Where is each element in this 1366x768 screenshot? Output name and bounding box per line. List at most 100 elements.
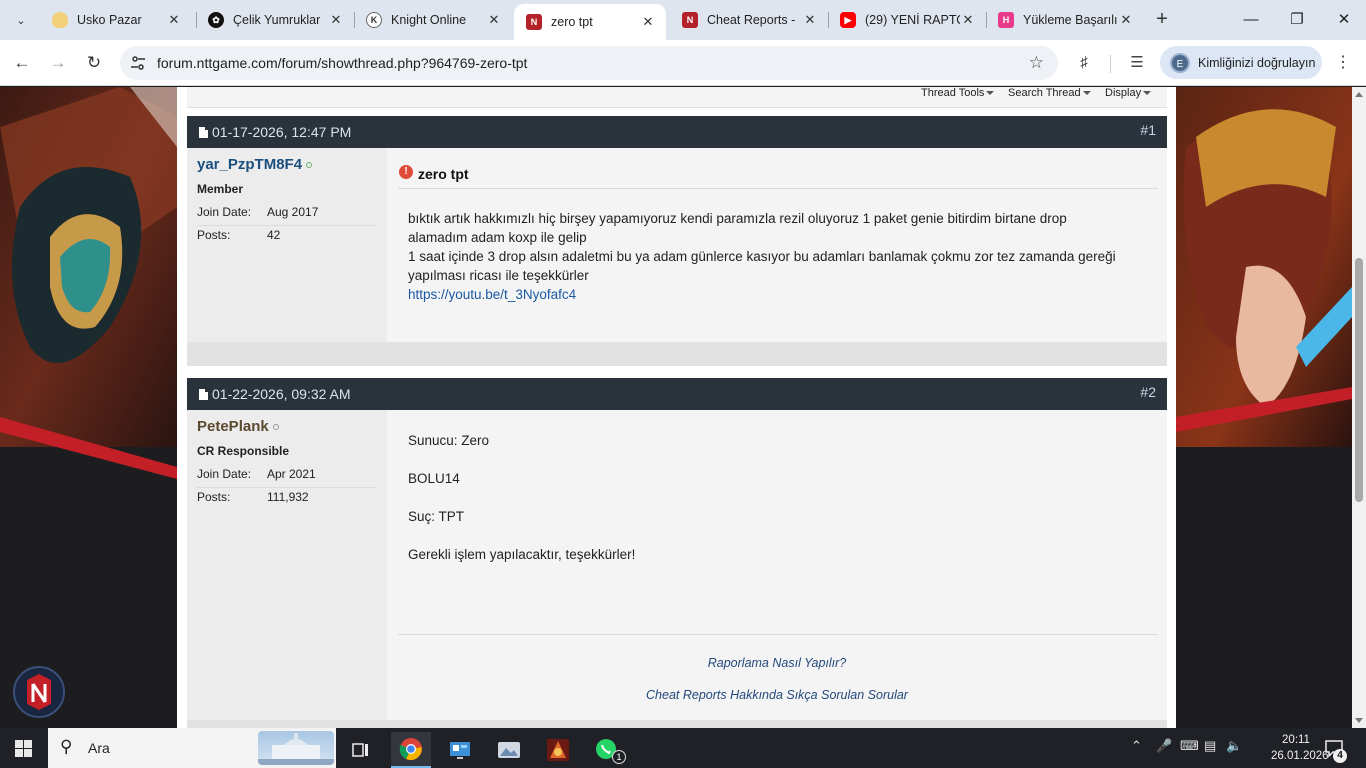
- thread-tools-label: Thread Tools: [921, 87, 985, 99]
- ntt-logo-icon: [27, 674, 51, 710]
- restore-icon[interactable]: ❐: [1282, 8, 1312, 32]
- clock-time: 20:11: [1282, 734, 1310, 746]
- tab-knight-online[interactable]: K Knight Online ✕: [354, 4, 512, 36]
- close-icon[interactable]: ✕: [486, 12, 502, 28]
- toolbar-divider: [1110, 55, 1111, 73]
- tab-title: Usko Pazar: [77, 13, 142, 27]
- menu-kebab-icon[interactable]: ⋮: [1335, 52, 1351, 72]
- cheat-reports-faq-link[interactable]: Cheat Reports Hakkında Sıkça Sorulan Sor…: [387, 688, 1167, 702]
- username-link[interactable]: yar_PzpTM8F4: [197, 156, 313, 173]
- whatsapp-icon[interactable]: 1: [587, 732, 627, 768]
- network-icon[interactable]: ▤: [1204, 738, 1216, 754]
- join-date-value: Apr 2021: [267, 467, 316, 481]
- posts-value: 42: [267, 228, 281, 242]
- youtube-icon: ▶: [840, 12, 856, 28]
- control-panel-icon[interactable]: [440, 732, 480, 768]
- search-thread-menu[interactable]: Search Thread: [1008, 87, 1091, 99]
- display-menu[interactable]: Display: [1105, 87, 1152, 99]
- site-settings-icon[interactable]: [130, 55, 146, 71]
- browser-tab-strip: ⌄ Usko Pazar ✕ ✿ Çelik Yumruklar ✕ K Kni…: [0, 0, 1366, 40]
- chevron-down-icon: [986, 91, 995, 96]
- page-scrollbar[interactable]: [1352, 87, 1366, 728]
- user-info-panel: yar_PzpTM8F4 Member Join Date: Aug 2017 P…: [187, 148, 387, 342]
- tab-search-icon[interactable]: ⌄: [8, 8, 34, 32]
- whatsapp-unread-badge: 1: [612, 750, 626, 764]
- how-to-report-link[interactable]: Raporlama Nasıl Yapılır?: [387, 656, 1167, 670]
- message-line: 1 saat içinde 3 drop alsın adaletmi bu y…: [408, 249, 1116, 264]
- post-number-link[interactable]: #1: [1140, 122, 1156, 138]
- taskbar-search-box[interactable]: ⚲ Ara: [48, 728, 336, 768]
- message-line: Sunucu: Zero: [408, 433, 490, 448]
- message-line: Suç: TPT: [408, 509, 465, 524]
- post-header: 01-17-2026, 12:47 PM #1: [187, 116, 1167, 148]
- hostinger-icon: H: [998, 12, 1014, 28]
- reload-icon[interactable]: ↻: [82, 51, 106, 75]
- post-date: 01-22-2026, 09:32 AM: [212, 386, 351, 402]
- usko-shield-icon: [52, 12, 68, 28]
- display-label: Display: [1105, 87, 1142, 99]
- task-view-icon[interactable]: [341, 732, 381, 768]
- username[interactable]: PetePlank: [197, 418, 269, 435]
- ntt-cube-icon: N: [526, 14, 542, 30]
- close-icon[interactable]: ✕: [1118, 12, 1134, 28]
- tab-title: Çelik Yumruklar: [233, 13, 321, 27]
- scroll-down-icon[interactable]: [1355, 718, 1363, 723]
- tab-usko-pazar[interactable]: Usko Pazar ✕: [40, 4, 192, 36]
- scroll-up-icon[interactable]: [1355, 92, 1363, 97]
- document-icon: [199, 389, 208, 400]
- url-text[interactable]: forum.nttgame.com/forum/showthread.php?9…: [157, 55, 527, 71]
- microphone-icon[interactable]: 🎤: [1156, 738, 1172, 754]
- search-icon: ⚲: [60, 737, 73, 756]
- photos-icon[interactable]: [489, 732, 529, 768]
- tab-youtube[interactable]: ▶ (29) YENİ RAPTO ✕: [828, 4, 986, 36]
- new-tab-icon[interactable]: +: [1151, 8, 1173, 32]
- back-icon[interactable]: ←: [10, 51, 34, 75]
- username[interactable]: yar_PzpTM8F4: [197, 156, 302, 173]
- posts-count-row: Posts: 42: [197, 228, 377, 242]
- extensions-icon[interactable]: ♯: [1073, 52, 1095, 74]
- search-highlight-image: [258, 731, 334, 765]
- volume-icon[interactable]: 🔈: [1226, 738, 1242, 754]
- post-title-row: ! zero tpt: [398, 163, 1158, 189]
- keyboard-layout-icon[interactable]: ⌨: [1180, 738, 1199, 754]
- tab-celik-yumruklar[interactable]: ✿ Çelik Yumruklar ✕: [196, 4, 354, 36]
- post-2: 01-22-2026, 09:32 AM #2 PetePlank CR Res…: [187, 378, 1167, 728]
- media-control-icon[interactable]: ☰: [1126, 52, 1148, 74]
- close-icon[interactable]: ✕: [640, 14, 656, 30]
- close-icon[interactable]: ✕: [960, 12, 976, 28]
- close-icon[interactable]: ✕: [802, 12, 818, 28]
- tab-yukleme-basarili[interactable]: H Yükleme Başarılı ✕: [986, 4, 1144, 36]
- minimize-icon[interactable]: —: [1236, 8, 1266, 32]
- posts-value: 111,932: [267, 490, 309, 504]
- profile-verify-button[interactable]: E Kimliğinizi doğrulayın: [1160, 46, 1322, 79]
- ntt-logo-badge[interactable]: [13, 666, 65, 718]
- message-line: bıktık artık hakkımızlı hiç birşey yapam…: [408, 211, 1067, 226]
- user-rank: CR Responsible: [197, 444, 290, 458]
- avatar: E: [1170, 52, 1190, 73]
- tab-cheat-reports[interactable]: N Cheat Reports - ✕: [670, 4, 828, 36]
- username-link[interactable]: PetePlank: [197, 418, 279, 435]
- show-hidden-icons-chevron-up-icon[interactable]: ⌃: [1131, 738, 1142, 754]
- scrollbar-thumb[interactable]: [1355, 258, 1363, 502]
- chrome-icon[interactable]: [391, 732, 431, 768]
- close-icon[interactable]: ✕: [328, 12, 344, 28]
- post-number-link[interactable]: #2: [1140, 384, 1156, 400]
- chevron-down-icon: [1082, 91, 1091, 96]
- post-footer: [187, 720, 1167, 728]
- game-launcher-icon[interactable]: [538, 732, 578, 768]
- windows-start-icon[interactable]: [15, 740, 32, 757]
- close-window-icon[interactable]: ✕: [1329, 8, 1359, 32]
- post-message: bıktık artık hakkımızlı hiç birşey yapam…: [408, 209, 1148, 304]
- forward-icon[interactable]: →: [46, 51, 70, 75]
- close-icon[interactable]: ✕: [166, 12, 182, 28]
- posts-label: Posts:: [197, 490, 231, 504]
- bookmark-star-icon[interactable]: ☆: [1029, 53, 1044, 73]
- address-bar[interactable]: forum.nttgame.com/forum/showthread.php?9…: [120, 46, 1058, 80]
- youtube-link[interactable]: https://youtu.be/t_3Nyofafc4: [408, 285, 1148, 304]
- knight-online-icon: K: [366, 12, 382, 28]
- thread-tools-menu[interactable]: Thread Tools: [921, 87, 995, 99]
- notification-count-badge: 4: [1333, 749, 1347, 763]
- taskbar-clock[interactable]: 20:11 26.01.2026: [1271, 732, 1329, 764]
- post-title: zero tpt: [418, 166, 469, 182]
- tab-zero-tpt[interactable]: N zero tpt ✕: [514, 4, 666, 40]
